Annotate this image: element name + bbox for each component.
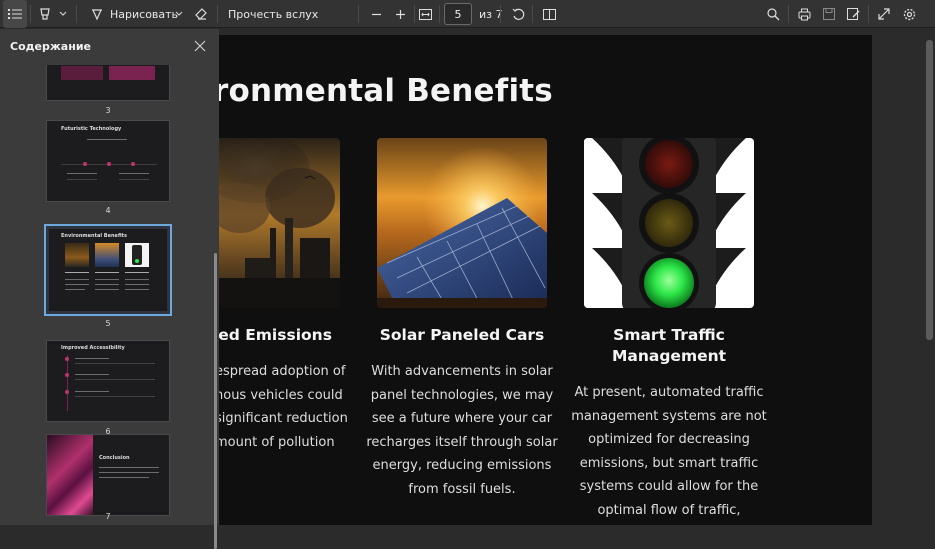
card-text-emissions: espread adoption of nous vehicles could …	[219, 360, 355, 454]
thumbnail-title: Improved Accessibility	[61, 345, 125, 351]
card-title-line: Management	[611, 347, 727, 365]
text-line: systems could allow for the	[579, 479, 759, 494]
search-button[interactable]	[761, 0, 785, 28]
card-title-solar: Solar Paneled Cars	[379, 326, 545, 344]
traffic-light-image	[584, 138, 754, 308]
contents-sidebar: Содержание 3 Futuristic Technology 4 Env…	[0, 29, 219, 549]
thumbnail-page-3[interactable]	[46, 65, 170, 101]
thumbnail-title: Conclusion	[99, 455, 130, 461]
text-line: nous vehicles could	[219, 387, 343, 403]
page-number-input[interactable]: 5	[444, 3, 472, 25]
text-line: from fossil fuels.	[408, 481, 516, 497]
text-line: see a future where your car	[371, 411, 553, 426]
chevron-down-icon	[175, 11, 183, 16]
draw-button[interactable]	[85, 0, 109, 28]
contents-toggle-button[interactable]	[3, 0, 27, 28]
text-line: At present, automated traffic	[574, 385, 764, 400]
read-aloud-button[interactable]: Прочесть вслух	[228, 0, 318, 28]
card-title-traffic: Smart Traffic Management	[569, 325, 769, 367]
rotate-button[interactable]	[506, 0, 530, 28]
text-line: optimal flow of traffic,	[597, 502, 741, 518]
eraser-icon	[195, 8, 207, 20]
rotate-icon	[512, 8, 524, 20]
search-icon	[766, 7, 779, 20]
thumbnail-page-4[interactable]: Futuristic Technology	[46, 120, 170, 202]
zoom-out-button[interactable]	[364, 0, 388, 28]
gear-icon	[903, 8, 915, 20]
thumbnail-number: 5	[105, 319, 111, 328]
page-view-icon	[542, 8, 556, 20]
solar-panel-image	[377, 138, 547, 308]
sidebar-close-button[interactable]	[193, 38, 207, 52]
card-title-emissions: ced Emissions	[219, 326, 332, 344]
thumbnail-number: 7	[105, 512, 111, 521]
settings-button[interactable]	[897, 0, 921, 28]
document-view: ronmental Benefits ced Emissions Solar P…	[219, 29, 924, 525]
sidebar-title: Содержание	[10, 40, 91, 53]
text-line: recharges itself through solar	[366, 434, 558, 450]
thumbnail-title: Environmental Benefits	[61, 233, 128, 239]
card-text-solar: With advancements in solar panel technol…	[362, 360, 562, 501]
card-text-traffic: At present, automated traffic management…	[569, 381, 769, 522]
text-line: significant reduction	[219, 411, 348, 426]
text-line: mount of pollution	[219, 434, 335, 450]
save-button[interactable]	[817, 0, 841, 28]
page-count-label: из 7	[479, 7, 503, 21]
list-icon	[8, 9, 22, 19]
text-line: optimized for decreasing	[588, 432, 750, 447]
save-icon	[823, 8, 835, 20]
thumbnail-page-7[interactable]: Conclusion	[46, 434, 170, 516]
text-line: management systems are not	[571, 408, 767, 424]
fullscreen-button[interactable]	[872, 0, 896, 28]
highlight-button[interactable]	[33, 0, 57, 28]
thumbnail-page-5[interactable]: Environmental Benefits	[44, 224, 172, 316]
thumbnail-list: 3 Futuristic Technology 4 Environmental …	[0, 65, 212, 525]
two-page-view-button[interactable]	[537, 0, 561, 28]
fit-page-button[interactable]	[413, 0, 437, 28]
highlight-dropdown[interactable]	[57, 0, 69, 28]
slide-title: ronmental Benefits	[219, 73, 553, 109]
emissions-image	[219, 138, 340, 308]
expand-icon	[878, 8, 890, 20]
text-line: emissions, but smart traffic	[579, 455, 759, 471]
text-line: panel technologies, we may	[370, 387, 554, 403]
print-button[interactable]	[792, 0, 816, 28]
minus-icon	[371, 13, 381, 15]
printer-icon	[798, 8, 810, 20]
slide-page: ronmental Benefits ced Emissions Solar P…	[219, 35, 872, 525]
close-icon	[194, 40, 206, 52]
save-as-button[interactable]	[841, 0, 865, 28]
fit-width-icon	[418, 8, 432, 20]
thumbnail-page-6[interactable]: Improved Accessibility	[46, 340, 170, 422]
thumbnail-title: Futuristic Technology	[61, 126, 122, 132]
text-line: energy, reducing emissions	[372, 458, 552, 473]
sidebar-scrollbar[interactable]	[214, 253, 217, 549]
chevron-down-icon	[59, 11, 67, 16]
highlighter-icon	[40, 8, 50, 20]
draw-label[interactable]: Нарисовать	[110, 0, 178, 28]
save-edit-icon	[846, 7, 859, 20]
zoom-in-button[interactable]	[388, 0, 412, 28]
thumbnail-number: 4	[105, 206, 111, 215]
eraser-button[interactable]	[189, 0, 213, 28]
draw-dropdown[interactable]	[173, 0, 185, 28]
card-title-line: Smart Traffic	[613, 326, 725, 344]
text-line: espread adoption of	[219, 364, 346, 379]
thumbnail-number: 3	[105, 106, 111, 115]
pen-icon	[92, 9, 102, 21]
plus-icon	[395, 9, 405, 19]
toolbar: Нарисовать Прочесть вслух 5 из 7	[0, 0, 935, 28]
document-scrollbar-thumb[interactable]	[926, 40, 933, 340]
text-line: With advancements in solar	[371, 364, 553, 379]
